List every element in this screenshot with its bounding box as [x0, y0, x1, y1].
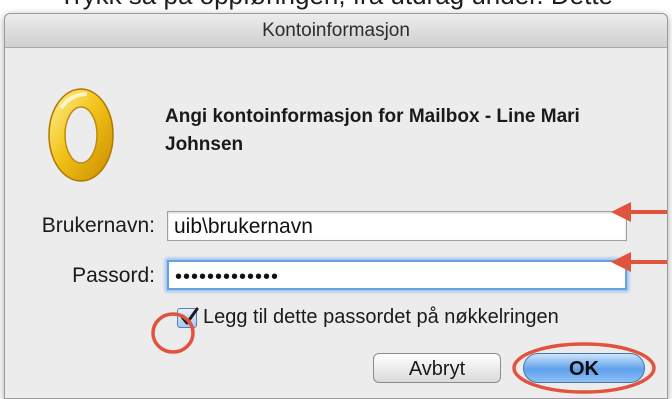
- dialog-content: Angi kontoinformasjon for Mailbox - Line…: [5, 48, 667, 398]
- cropped-caption-text: Trykk så på oppføringen, fra utdrag unde…: [0, 0, 672, 11]
- ok-button[interactable]: OK: [523, 353, 645, 383]
- password-field[interactable]: •••••••••••••: [167, 260, 627, 290]
- password-label: Passord:: [72, 264, 155, 287]
- username-label: Brukernavn:: [41, 214, 155, 237]
- dialog-heading: Angi kontoinformasjon for Mailbox - Line…: [165, 106, 580, 155]
- cancel-button[interactable]: Avbryt: [373, 353, 501, 383]
- keychain-checkbox-label[interactable]: Legg til dette passordet på nøkkelringen: [203, 306, 559, 329]
- checkmark-icon: [180, 307, 199, 325]
- screenshot: Trykk så på oppføringen, fra utdrag unde…: [0, 0, 672, 399]
- dialog-window: Kontoinformasjon Angi kontoinformasjon f…: [4, 13, 668, 399]
- title-bar[interactable]: Kontoinformasjon: [5, 14, 667, 48]
- window-title: Kontoinformasjon: [262, 20, 410, 41]
- outlook-icon: [48, 88, 114, 182]
- keychain-checkbox[interactable]: [177, 307, 199, 328]
- username-field[interactable]: uib\brukernavn: [167, 211, 627, 241]
